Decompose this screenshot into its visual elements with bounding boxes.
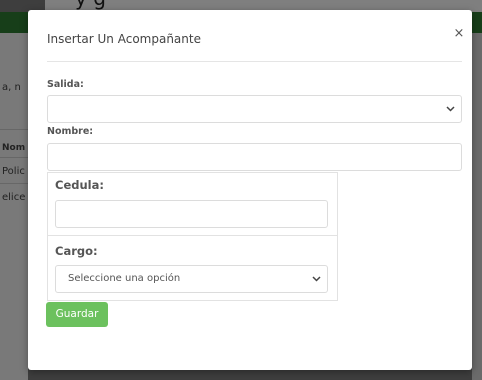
close-button[interactable]: × bbox=[452, 26, 466, 42]
background-scroll-area bbox=[472, 33, 482, 380]
nombre-input[interactable] bbox=[47, 143, 462, 171]
cargo-select[interactable]: Seleccione una opción bbox=[55, 265, 328, 293]
cedula-label: Cedula: bbox=[55, 178, 104, 192]
modal-header-divider bbox=[47, 61, 462, 62]
close-icon: × bbox=[453, 26, 465, 41]
chevron-down-icon bbox=[309, 266, 323, 292]
modal-title: Insertar Un Acompañante bbox=[47, 32, 201, 46]
cargo-selected-value: Seleccione una opción bbox=[68, 273, 181, 284]
nombre-label: Nombre: bbox=[47, 126, 94, 137]
cargo-label: Cargo: bbox=[55, 244, 98, 258]
cedula-input[interactable] bbox=[55, 200, 328, 228]
salida-select[interactable] bbox=[47, 95, 462, 123]
chevron-down-icon bbox=[443, 96, 457, 122]
panel-divider bbox=[48, 235, 337, 236]
save-button[interactable]: Guardar bbox=[46, 302, 108, 327]
salida-label: Salida: bbox=[47, 79, 84, 90]
